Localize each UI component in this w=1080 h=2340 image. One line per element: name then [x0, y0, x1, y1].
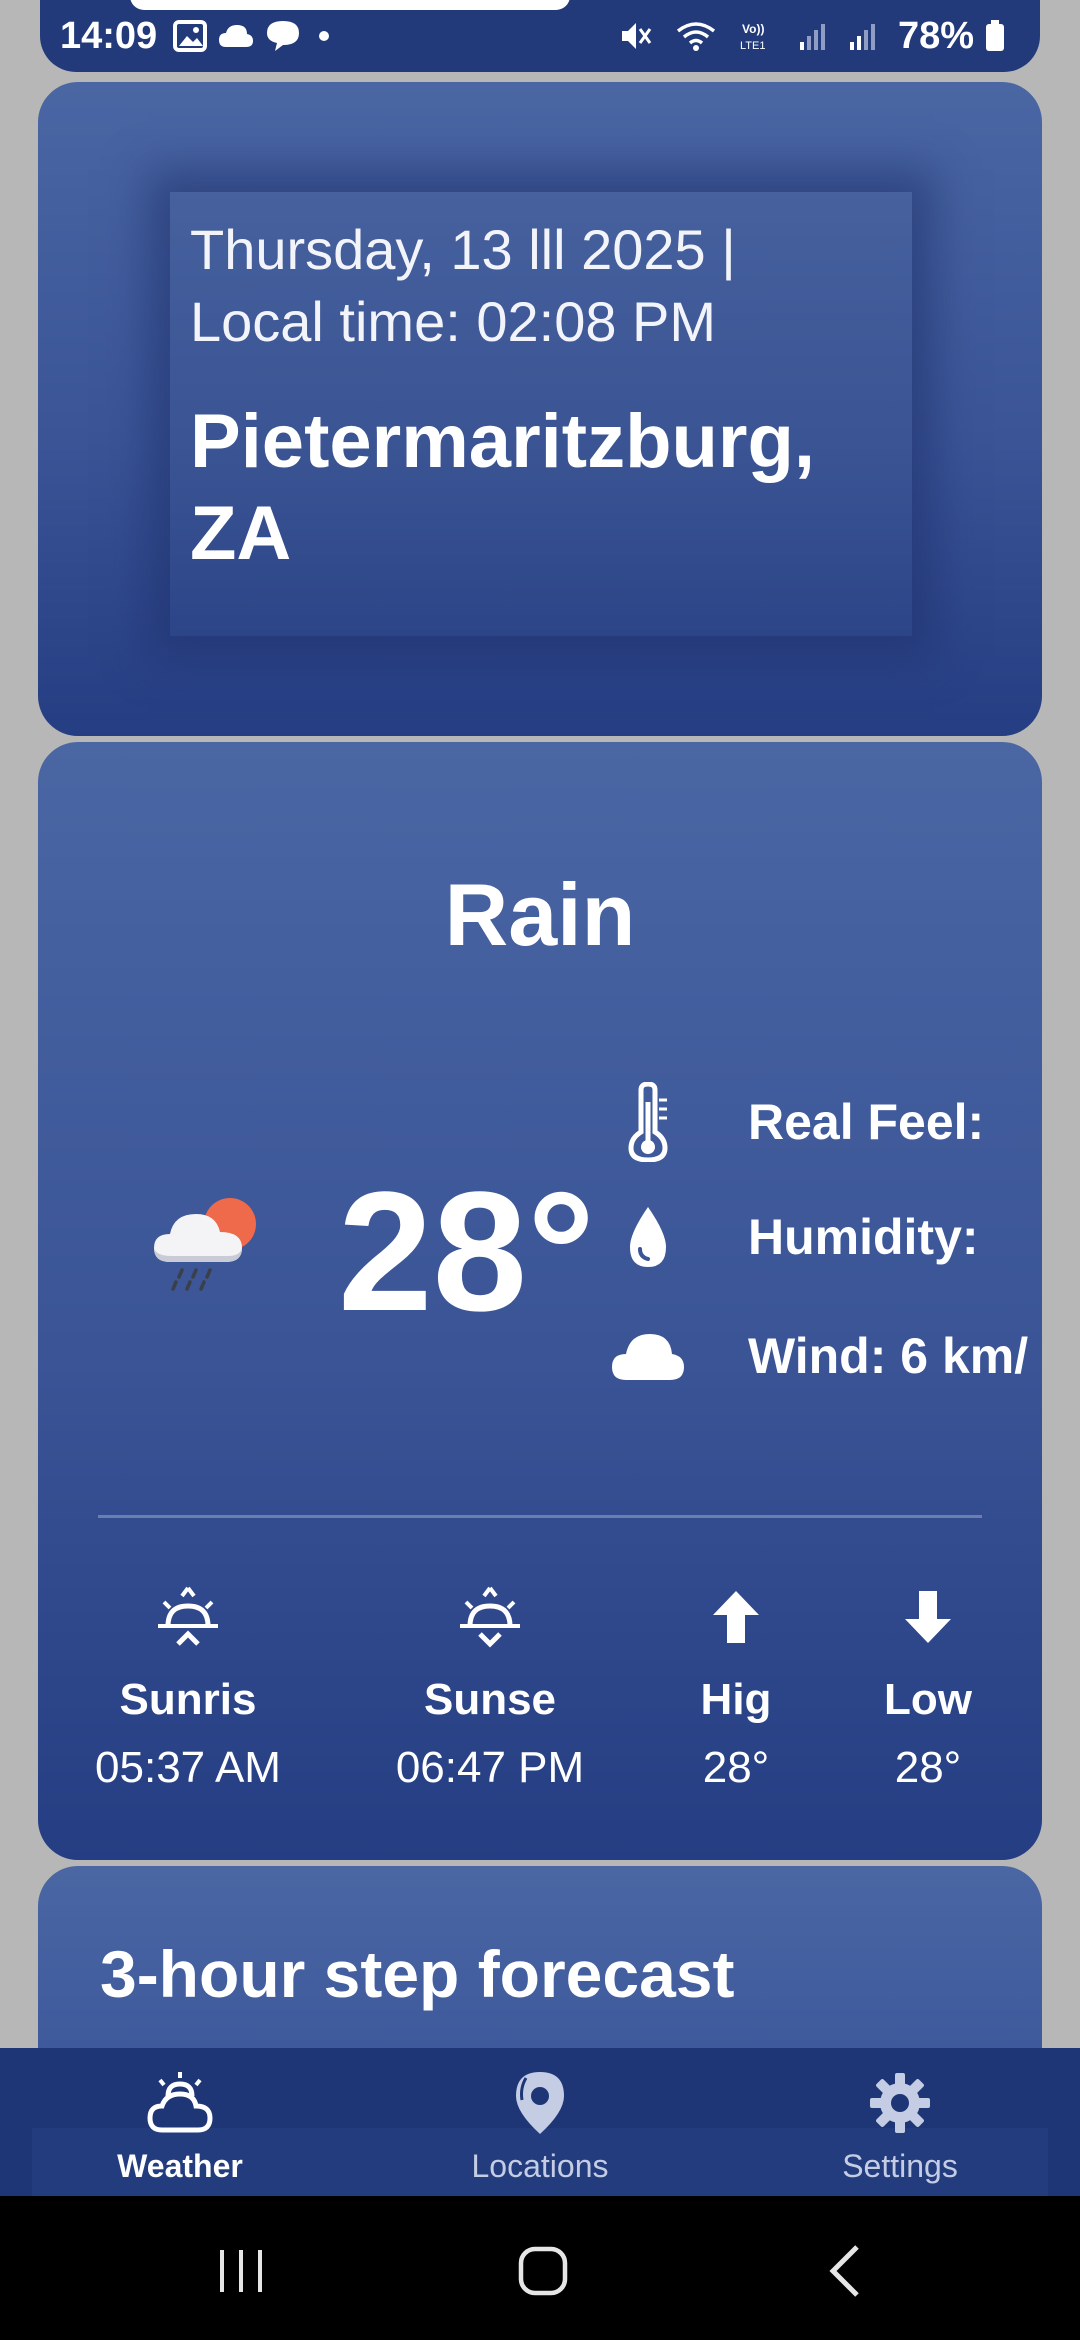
water-drop-icon: [598, 1205, 698, 1269]
current-weather-card: Rain 28° Real Feel: Humidity: Wind: 6 km…: [38, 742, 1042, 1860]
arrow-down-icon: [878, 1582, 978, 1652]
home-icon: [518, 2246, 568, 2296]
battery-percent: 78%: [897, 14, 974, 57]
back-button[interactable]: [800, 2236, 890, 2306]
status-time: 14:09: [60, 14, 158, 57]
wifi-icon: [674, 19, 718, 53]
nav-item-settings[interactable]: Settings: [770, 2068, 1030, 2186]
wind-cloud-icon: [598, 1330, 698, 1382]
humidity-row: Humidity:: [598, 1205, 979, 1269]
sunrise-label: Sunris: [119, 1675, 257, 1724]
low-value: 28°: [894, 1743, 962, 1792]
sunset-value: 06:47 PM: [395, 1743, 585, 1792]
mute-icon: [618, 19, 654, 53]
high-label: Hig: [700, 1675, 772, 1724]
gear-icon: [770, 2068, 1030, 2138]
current-temperature: 28°: [338, 1157, 596, 1347]
sunrise-value: 05:37 AM: [95, 1743, 281, 1792]
high-value: 28°: [702, 1743, 770, 1792]
camera-pill: [130, 0, 570, 10]
humidity-label: Humidity:: [748, 1209, 979, 1265]
svg-text:Vo)): Vo)): [742, 22, 764, 36]
sunset-icon: [390, 1582, 590, 1652]
high-temp-stat: Hig 28°: [686, 1582, 786, 1794]
cloud-icon: [217, 23, 255, 49]
gallery-icon: [173, 20, 208, 52]
rain-sun-cloud-icon: [148, 1184, 268, 1309]
recent-apps-button[interactable]: [196, 2236, 286, 2306]
notification-dot-icon: [311, 26, 337, 46]
city-name: Pietermaritzburg, ZA: [190, 396, 892, 580]
nav-label-settings: Settings: [842, 2148, 958, 2184]
home-button[interactable]: [498, 2236, 588, 2306]
thermometer-icon: [598, 1082, 698, 1162]
nav-label-weather: Weather: [117, 2148, 243, 2184]
volte-icon: Vo)) LTE1: [738, 19, 778, 53]
sunrise-stat: Sunris 05:37 AM: [88, 1582, 288, 1794]
wind-row: Wind: 6 km/: [598, 1327, 1028, 1385]
arrow-up-icon: [686, 1582, 786, 1652]
sunset-label: Sunse: [423, 1675, 557, 1724]
condition-title: Rain: [444, 865, 636, 964]
svg-text:LTE1: LTE1: [740, 40, 765, 52]
sun-cloud-icon: [50, 2068, 310, 2138]
date-location-box: Thursday, 13 lll 2025 | Local time: 02:0…: [170, 192, 912, 636]
battery-icon: [984, 19, 1006, 53]
nav-label-locations: Locations: [471, 2148, 609, 2184]
low-temp-stat: Low 28°: [878, 1582, 978, 1794]
status-bar: 14:09 Vo)) LTE1 78%: [40, 0, 1040, 72]
signal-icon-1: [798, 20, 828, 52]
divider: [98, 1515, 982, 1518]
nav-item-locations[interactable]: Locations: [410, 2068, 670, 2186]
city-name-line-2: ZA: [190, 491, 292, 576]
back-chevron-icon: [829, 2245, 859, 2297]
nav-item-weather[interactable]: Weather: [50, 2068, 310, 2186]
sunset-stat: Sunse 06:47 PM: [390, 1582, 590, 1794]
wind-label: Wind: 6 km/: [748, 1328, 1029, 1384]
chat-bubble-icon: [265, 19, 301, 53]
local-time-text: Local time: 02:08 PM: [190, 290, 717, 353]
location-pin-icon: [410, 2068, 670, 2138]
location-header-card: Thursday, 13 lll 2025 | Local time: 02:0…: [38, 82, 1042, 736]
system-navigation-bar: [0, 2196, 1080, 2340]
sunrise-icon: [88, 1582, 288, 1652]
real-feel-row: Real Feel:: [598, 1082, 984, 1162]
forecast-title: 3-hour step forecast: [100, 1937, 735, 2011]
signal-icon-2: [848, 20, 878, 52]
low-label: Low: [884, 1675, 972, 1724]
bottom-navigation: Weather Locations Settings: [0, 2048, 1080, 2196]
recents-icon: [220, 2250, 262, 2292]
forecast-card: 3-hour step forecast: [38, 1866, 1042, 2050]
real-feel-label: Real Feel:: [748, 1094, 985, 1150]
date-text: Thursday, 13 lll 2025 |: [190, 218, 736, 281]
city-name-line-1: Pietermaritzburg,: [190, 399, 816, 484]
